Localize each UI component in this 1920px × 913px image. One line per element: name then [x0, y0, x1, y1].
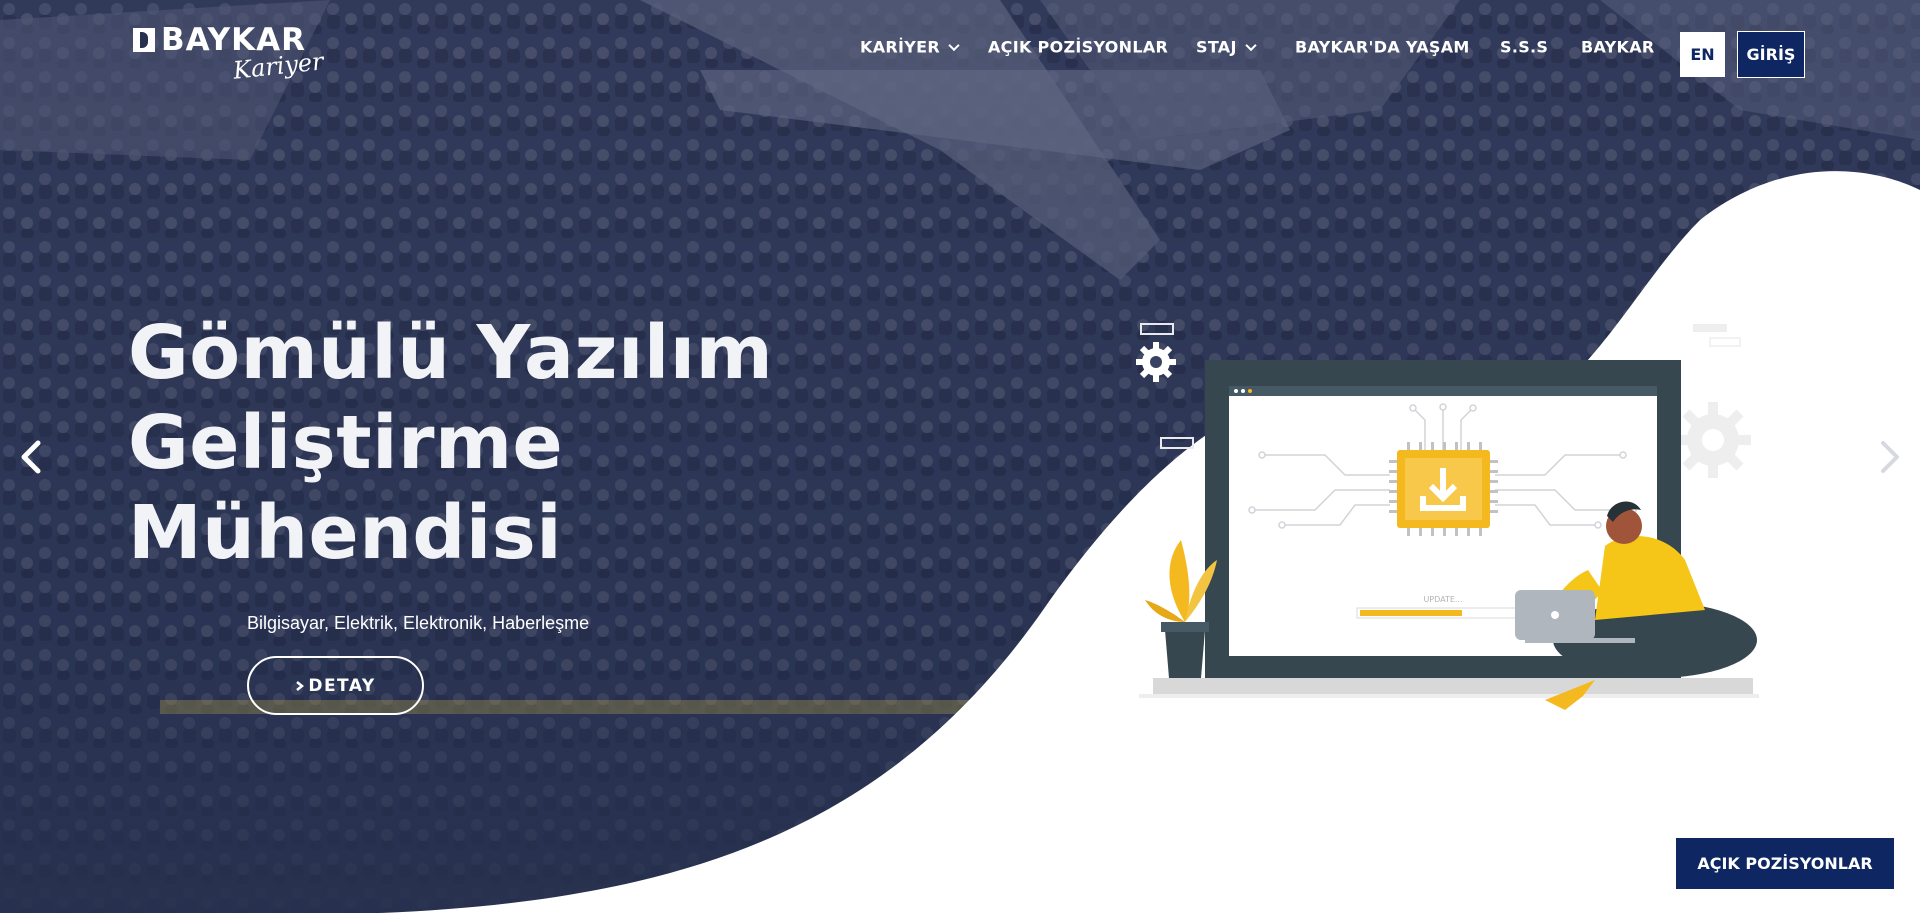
- logo-mark-icon: [133, 28, 155, 52]
- language-button[interactable]: EN: [1680, 32, 1725, 77]
- chevron-down-icon: [948, 39, 960, 51]
- chevron-left-icon[interactable]: [16, 437, 46, 477]
- nav-item-acik-pozisyonlar[interactable]: AÇIK POZİSYONLAR: [988, 38, 1168, 57]
- gear-icon: [1136, 342, 1176, 382]
- nav-item-kariyer[interactable]: KARİYER: [860, 38, 960, 57]
- chevron-right-icon[interactable]: [1875, 437, 1905, 477]
- nav-item-staj[interactable]: STAJ: [1196, 38, 1257, 57]
- nav-item-sss[interactable]: S.S.S: [1500, 38, 1548, 57]
- open-positions-button[interactable]: AÇIK POZİSYONLAR: [1676, 838, 1894, 889]
- chevron-right-icon: [296, 680, 305, 691]
- nav-item-baykar[interactable]: BAYKAR: [1581, 38, 1655, 57]
- update-illustration: UPDATE...: [1136, 323, 1759, 710]
- hero-slider: BAYKAR Kariyer KARİYER AÇIK POZİSYONLAR …: [0, 0, 1920, 913]
- gear-icon: [1675, 402, 1751, 478]
- nav-item-baykarda-yasam[interactable]: BAYKAR'DA YAŞAM: [1295, 38, 1470, 57]
- slide-title: Gömülü Yazılım Geliştirme Mühendisi: [128, 308, 828, 578]
- slide-title-line: Mühendisi: [128, 490, 563, 576]
- chevron-down-icon: [1245, 39, 1257, 51]
- slide-subtitle: Bilgisayar, Elektrik, Elektronik, Haberl…: [247, 613, 590, 633]
- baykar-kariyer-logo[interactable]: BAYKAR Kariyer: [133, 22, 325, 92]
- slide-title-line: Geliştirme: [128, 400, 564, 486]
- detail-button[interactable]: DETAY: [247, 656, 424, 715]
- slide-title-line: Gömülü Yazılım: [128, 310, 774, 396]
- svg-text:UPDATE...: UPDATE...: [1423, 595, 1462, 604]
- login-button[interactable]: GİRİŞ: [1737, 31, 1805, 78]
